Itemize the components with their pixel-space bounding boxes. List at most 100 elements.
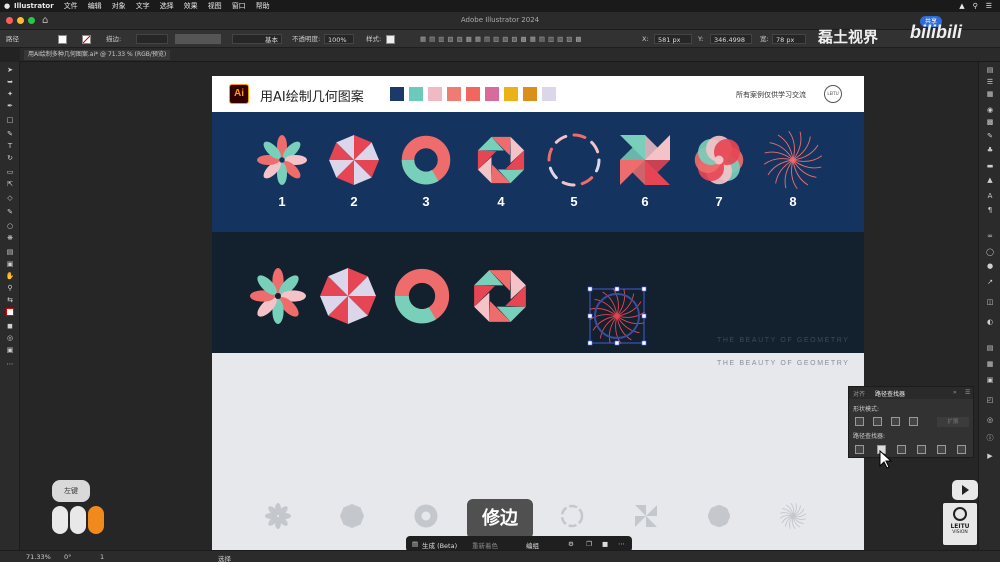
gradient-panel-icon[interactable]: ▲ xyxy=(985,176,995,184)
brushes-panel-icon[interactable]: ✎ xyxy=(985,132,995,140)
minus-front-button[interactable] xyxy=(873,417,882,426)
generate-button[interactable]: 生成 (Beta) xyxy=(422,540,457,550)
menu-view[interactable]: 视图 xyxy=(208,1,222,11)
outline-button[interactable] xyxy=(937,445,946,454)
selection-tool-icon[interactable]: ➤ xyxy=(5,66,15,74)
expand-button[interactable]: 扩展 xyxy=(937,417,969,427)
direct-selection-tool-icon[interactable]: ➥ xyxy=(5,78,15,86)
zoom-tool-icon[interactable]: ⚲ xyxy=(5,284,15,292)
menu-effect[interactable]: 效果 xyxy=(184,1,198,11)
hand-tool-icon[interactable]: ✋ xyxy=(5,272,15,280)
eraser-tool-icon[interactable]: ▭ xyxy=(5,168,15,176)
blend-tool-icon[interactable]: ○ xyxy=(5,222,15,230)
fill-color-box[interactable] xyxy=(58,34,67,44)
align-panel-icon[interactable]: ▤ xyxy=(985,344,995,352)
rotate-tool-icon[interactable]: ↻ xyxy=(5,154,15,162)
document-tab[interactable]: 用AI绘制多种几何图案.ai* @ 71.33 % (RGB/预览) xyxy=(24,50,171,60)
width-tool-icon[interactable]: ◇ xyxy=(5,194,15,202)
magic-wand-tool-icon[interactable]: ✦ xyxy=(5,90,15,98)
paragraph-panel-icon[interactable]: ¶ xyxy=(985,206,995,214)
transform-panel-icon[interactable]: ▦ xyxy=(985,360,995,368)
graph-tool-icon[interactable]: ▤ xyxy=(5,248,15,256)
menu-type[interactable]: 文字 xyxy=(136,1,150,11)
artboards-panel-icon[interactable]: ▣ xyxy=(985,376,995,384)
align-buttons[interactable]: ▦▤▥▧▨▩▦▤▥▧▨▩▦▤▥▧▨▩ xyxy=(420,34,585,44)
symbol-sprayer-tool-icon[interactable]: ❋ xyxy=(5,234,15,242)
group-button[interactable]: 编组 xyxy=(526,540,539,550)
menu-edit[interactable]: 编辑 xyxy=(88,1,102,11)
merge-button[interactable] xyxy=(897,445,906,454)
pen-tool-icon[interactable]: ✒ xyxy=(5,102,15,110)
scale-tool-icon[interactable]: ⇱ xyxy=(5,180,15,188)
generate-icon[interactable]: ▤ xyxy=(412,540,418,548)
fill-stroke-indicator-icon[interactable] xyxy=(5,308,15,316)
menu-object[interactable]: 对象 xyxy=(112,1,126,11)
screen-mode-icon[interactable]: ▣ xyxy=(5,346,15,354)
fill-swatch[interactable] xyxy=(58,34,67,44)
actions-panel-icon[interactable]: ▶ xyxy=(985,452,995,460)
y-position-field[interactable]: 346.4998 xyxy=(710,34,752,44)
recolor-button[interactable]: 重新着色 xyxy=(472,540,498,550)
divide-button[interactable] xyxy=(855,445,864,454)
stroke-color-box[interactable] xyxy=(82,34,91,44)
artboard-number[interactable]: 1 xyxy=(100,553,104,561)
symbols-panel-icon[interactable]: ♣ xyxy=(985,146,995,154)
graphic-style-swatch[interactable] xyxy=(386,34,395,44)
pathfinder-panel-icon[interactable]: ◰ xyxy=(985,396,995,404)
collapse-panel-icon[interactable]: » xyxy=(953,389,957,396)
appearance-panel-icon[interactable]: ● xyxy=(985,262,995,270)
draw-mode-icon[interactable]: ◎ xyxy=(5,334,15,342)
control-center-icon[interactable]: ☰ xyxy=(986,2,992,10)
settings-icon[interactable]: ⚙ xyxy=(568,540,574,548)
artboard-tool-icon[interactable]: ▣ xyxy=(5,260,15,268)
intersect-button[interactable] xyxy=(891,417,900,426)
stroke-weight-field[interactable] xyxy=(136,34,168,44)
color-mode-icon[interactable]: ◼ xyxy=(5,322,15,330)
zoom-level[interactable]: 71.33% xyxy=(26,553,51,561)
artboard[interactable]: Ai 用AI绘制几何图案 所有案例仅供学习交流 LEITU 1 2 3 4 5 6 7 8 T… xyxy=(212,76,864,550)
crop-button[interactable] xyxy=(917,445,926,454)
menu-select[interactable]: 选择 xyxy=(160,1,174,11)
more-options-icon[interactable]: ⋯ xyxy=(618,540,625,548)
color-panel-icon[interactable]: ◉ xyxy=(985,106,995,114)
more-tools-icon[interactable]: ⋯ xyxy=(5,360,15,368)
swatches-panel-icon[interactable]: ▩ xyxy=(985,118,995,126)
opacity-field[interactable]: 100% xyxy=(324,34,354,44)
navigator-panel-icon[interactable]: ◎ xyxy=(985,416,995,424)
unite-button[interactable] xyxy=(855,417,864,426)
copy-icon[interactable]: ❐ xyxy=(586,540,592,548)
image-trace-icon[interactable]: ◯ xyxy=(985,248,995,256)
menu-help[interactable]: 帮助 xyxy=(256,1,270,11)
paintbrush-tool-icon[interactable]: ✎ xyxy=(5,130,15,138)
type-tool-icon[interactable]: T xyxy=(5,142,15,150)
info-panel-icon[interactable]: ⓘ xyxy=(985,434,995,442)
wifi-icon[interactable]: ▲ xyxy=(959,2,964,10)
panel-menu-icon[interactable]: ☰ xyxy=(965,389,970,396)
tab-align[interactable]: 对齐 xyxy=(853,389,865,398)
rectangle-tool-icon[interactable]: □ xyxy=(5,116,15,124)
lock-icon[interactable]: ■ xyxy=(602,540,608,548)
x-position-field[interactable]: 581 px xyxy=(654,34,692,44)
menu-window[interactable]: 窗口 xyxy=(232,1,246,11)
links-panel-icon[interactable]: ∞ xyxy=(985,232,995,240)
transparency-panel-icon[interactable]: ◐ xyxy=(985,318,995,326)
character-panel-icon[interactable]: A xyxy=(985,192,995,200)
minus-back-button[interactable] xyxy=(957,445,966,454)
variable-width-profile[interactable] xyxy=(175,34,221,44)
brush-definition-field[interactable]: 基本 xyxy=(232,34,282,44)
search-icon[interactable]: ⚲ xyxy=(973,2,978,10)
rotation-value[interactable]: 0° xyxy=(64,553,71,561)
eyedropper-tool-icon[interactable]: ✎ xyxy=(5,208,15,216)
libraries-panel-icon[interactable]: ▦ xyxy=(985,90,995,98)
menu-file[interactable]: 文件 xyxy=(64,1,78,11)
swap-colors-icon[interactable]: ⇆ xyxy=(5,296,15,304)
menu-illustrator[interactable]: Illustrator xyxy=(14,2,54,10)
apple-icon[interactable]: ● xyxy=(0,2,14,10)
asset-export-icon[interactable]: ◫ xyxy=(985,298,995,306)
properties-panel-icon[interactable]: ▤ xyxy=(985,66,995,74)
exclude-button[interactable] xyxy=(909,417,918,426)
tab-pathfinder[interactable]: 路径查找器 xyxy=(875,389,905,398)
stroke-swatch[interactable] xyxy=(82,34,91,44)
export-panel-icon[interactable]: ↗ xyxy=(985,278,995,286)
stroke-panel-icon[interactable]: ▬ xyxy=(985,162,995,170)
